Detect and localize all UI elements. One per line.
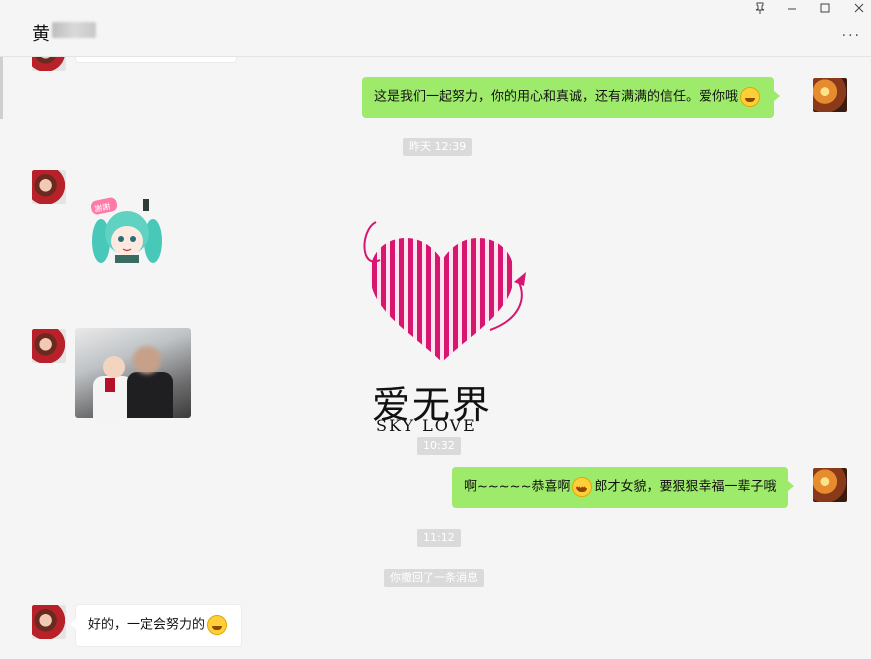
contact-name: 黄 — [32, 24, 50, 45]
timestamp: 昨天 12:39 — [403, 138, 473, 156]
blurred-name — [52, 22, 96, 38]
maximize-icon[interactable] — [815, 2, 835, 18]
message-text: 这是我们一起努力，你的用心和真诚，还有满满的信任。爱你哦 — [374, 89, 739, 105]
close-icon[interactable] — [849, 2, 869, 18]
chat-header: 黄 ... — [0, 0, 871, 57]
timestamp: 10:32 — [417, 437, 461, 455]
sticker-thanks-icon[interactable]: 謝謝 — [85, 197, 169, 263]
message-bubble — [75, 57, 237, 63]
hug-emoji-icon — [207, 615, 228, 635]
grin-emoji-icon — [740, 87, 761, 107]
avatar[interactable] — [32, 329, 66, 363]
chat-area[interactable]: 这是我们一起努力，你的用心和真诚，还有满满的信任。爱你哦 昨天 12:39 謝謝 — [0, 57, 871, 659]
logo-subtitle: SKY LOVE — [376, 416, 477, 435]
avatar[interactable] — [813, 78, 847, 112]
avatar[interactable] — [32, 605, 66, 639]
photo-face — [103, 356, 125, 378]
photo-couple-icon[interactable] — [75, 328, 191, 418]
avatar[interactable] — [32, 170, 66, 204]
scrollbar[interactable] — [0, 57, 3, 119]
photo-face-blurred — [133, 346, 161, 374]
timestamp: 11:12 — [417, 529, 461, 547]
heart-eyes-emoji-icon — [572, 477, 593, 500]
system-message: 你撤回了一条消息 — [384, 569, 484, 587]
minimize-icon[interactable] — [782, 2, 802, 18]
message-text: 啊~~~~~恭喜啊 — [464, 479, 571, 495]
message-bubble[interactable]: 好的，一定会努力的 — [69, 604, 243, 647]
message-text: 郎才女貌，要狠狠幸福一辈子哦 — [594, 479, 777, 495]
pin-icon[interactable] — [750, 2, 770, 18]
photo-figure — [127, 372, 173, 418]
heart-stripes — [370, 238, 514, 362]
more-options-button[interactable]: ... — [842, 24, 861, 40]
message-text: 好的，一定会努力的 — [88, 617, 206, 633]
avatar[interactable] — [32, 57, 66, 71]
message-bubble[interactable]: 这是我们一起努力，你的用心和真诚，还有满满的信任。爱你哦 — [362, 77, 781, 118]
message-bubble[interactable]: 啊~~~~~恭喜啊 郎才女貌，要狠狠幸福一辈子哦 — [452, 467, 795, 508]
avatar[interactable] — [813, 468, 847, 502]
photo-certificate — [105, 378, 115, 392]
